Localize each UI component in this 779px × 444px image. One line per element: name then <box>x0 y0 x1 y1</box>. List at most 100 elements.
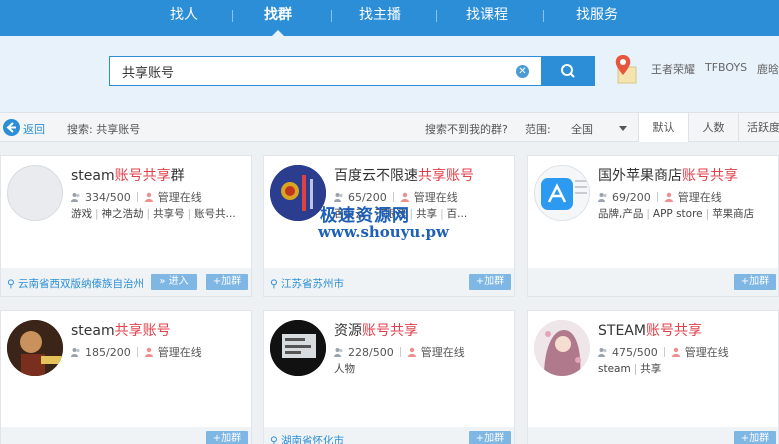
join-group-button[interactable]: +加群 <box>734 431 776 444</box>
chevron-down-icon <box>619 126 627 131</box>
sort-tab-activity[interactable]: 活跃度 <box>738 113 779 142</box>
watermark-url: www.shouyu.pw <box>318 223 449 241</box>
group-card[interactable]: steam共享账号 185/200 管理在线 +加群 <box>0 310 252 444</box>
divider <box>136 192 138 202</box>
group-stats: 185/200 管理在线 <box>71 344 202 360</box>
scope-select[interactable]: 全国 <box>569 117 633 138</box>
card-footer: +加群 <box>528 268 778 296</box>
admin-status: 管理在线 <box>157 346 202 359</box>
admin-status: 管理在线 <box>157 191 202 204</box>
group-avatar <box>534 320 590 376</box>
admin-status: 管理在线 <box>413 191 458 204</box>
group-title[interactable]: 资源账号共享 <box>334 320 418 340</box>
admin-icon <box>671 347 680 357</box>
back-arrow-icon[interactable] <box>3 119 20 136</box>
enter-group-button[interactable]: » 进入 <box>151 274 197 290</box>
tab-find-people[interactable]: 找人 <box>170 0 198 36</box>
group-card[interactable]: steam账号共享群 334/500 管理在线 游戏 | 神之浩劫 | 共享号 | 账号共.… <box>0 155 252 297</box>
nav-divider <box>232 10 233 22</box>
search-icon <box>561 64 575 78</box>
search-input[interactable] <box>110 57 500 85</box>
card-footer: +加群 <box>1 427 251 444</box>
members-icon <box>334 348 343 357</box>
group-tags: 品牌,产品 | APP store | 苹果商店 <box>598 208 755 220</box>
join-group-button[interactable]: +加群 <box>734 274 776 290</box>
members-icon <box>598 348 607 357</box>
back-link[interactable]: 返回 <box>23 121 45 137</box>
scope-label: 范围: <box>525 123 551 136</box>
group-avatar <box>534 165 590 221</box>
group-stats: 334/500 管理在线 <box>71 189 202 205</box>
group-avatar <box>7 165 63 221</box>
admin-status: 管理在线 <box>684 346 729 359</box>
divider <box>399 347 401 357</box>
pin-icon: ⚲ <box>270 278 278 290</box>
police-badge-image <box>270 165 326 221</box>
member-count: 185/200 <box>85 345 131 359</box>
not-found-link[interactable]: 搜索不到我的群? <box>425 121 508 137</box>
group-title[interactable]: steam共享账号 <box>71 320 171 340</box>
admin-status: 管理在线 <box>677 191 722 204</box>
group-tags: 人物 <box>334 363 355 375</box>
admin-icon <box>407 347 416 357</box>
character-avatar-image <box>7 320 63 376</box>
hot-word[interactable]: 鹿晗 <box>757 61 779 77</box>
sort-tab-default[interactable]: 默认 <box>638 113 688 142</box>
join-group-button[interactable]: +加群 <box>206 274 248 290</box>
members-icon <box>71 193 80 202</box>
admin-icon <box>664 192 673 202</box>
group-card[interactable]: 资源账号共享 228/500 管理在线 人物 ⚲ 湖南省怀化市 +加群 <box>263 310 515 444</box>
join-group-button[interactable]: +加群 <box>206 431 248 444</box>
search-box: ✕ <box>109 56 541 86</box>
group-tags: 游戏 | 神之浩劫 | 共享号 | 账号共... <box>71 208 236 220</box>
group-stats: 475/500 管理在线 <box>598 344 729 360</box>
group-stats: 69/200 管理在线 <box>598 189 722 205</box>
group-avatar <box>270 165 326 221</box>
group-location: ⚲ 湖南省怀化市 <box>270 433 344 444</box>
location-pin-icon[interactable] <box>613 53 637 85</box>
tab-find-service[interactable]: 找服务 <box>576 0 618 36</box>
group-title[interactable]: 百度云不限速共享账号 <box>334 165 474 185</box>
group-card[interactable]: 国外苹果商店账号共享 69/200 管理在线 品牌,产品 | APP store | 苹… <box>527 155 779 297</box>
nav-divider <box>543 10 544 22</box>
group-title[interactable]: steam账号共享群 <box>71 165 185 185</box>
top-nav: 找人 找群 找主播 找课程 找服务 <box>0 0 779 36</box>
admin-icon <box>144 192 153 202</box>
group-card[interactable]: STEAM账号共享 475/500 管理在线 steam | 共享 +加群 <box>527 310 779 444</box>
admin-status: 管理在线 <box>420 346 465 359</box>
members-icon <box>71 348 80 357</box>
pin-icon: ⚲ <box>270 435 278 444</box>
anime-girl-image <box>534 320 590 376</box>
filter-bar: 返回 搜索: 共享账号 搜索不到我的群? 范围: 全国 默认 人数 活跃度 <box>0 112 779 142</box>
hot-word[interactable]: 王者荣耀 <box>651 61 695 77</box>
tab-find-course[interactable]: 找课程 <box>466 0 508 36</box>
card-footer: ⚲ 湖南省怀化市 +加群 <box>264 427 514 444</box>
phone-screen-image <box>270 320 326 376</box>
group-tags: steam | 共享 <box>598 363 662 375</box>
divider <box>136 347 138 357</box>
group-location: ⚲ 江苏省苏州市 <box>270 278 345 290</box>
pin-icon: ⚲ <box>7 278 15 290</box>
member-count: 475/500 <box>612 345 658 359</box>
members-icon <box>598 193 607 202</box>
member-count: 228/500 <box>348 345 394 359</box>
search-button[interactable] <box>541 56 595 86</box>
group-avatar <box>7 320 63 376</box>
nav-divider <box>331 10 332 22</box>
hot-word[interactable]: TFBOYS <box>705 61 747 74</box>
clear-icon[interactable]: ✕ <box>516 65 529 78</box>
join-group-button[interactable]: +加群 <box>469 274 511 290</box>
nav-divider <box>436 10 437 22</box>
search-summary: 搜索: 共享账号 <box>67 123 141 136</box>
tab-find-streamer[interactable]: 找主播 <box>359 0 401 36</box>
member-count: 334/500 <box>85 190 131 204</box>
group-title[interactable]: STEAM账号共享 <box>598 320 702 340</box>
divider <box>656 192 658 202</box>
group-location: ⚲ 云南省西双版纳傣族自治州 <box>7 278 145 290</box>
join-group-button[interactable]: +加群 <box>469 431 511 444</box>
member-count: 69/200 <box>612 190 651 204</box>
group-avatar <box>270 320 326 376</box>
group-stats: 228/500 管理在线 <box>334 344 465 360</box>
sort-tab-members[interactable]: 人数 <box>688 113 738 142</box>
group-title[interactable]: 国外苹果商店账号共享 <box>598 165 738 185</box>
